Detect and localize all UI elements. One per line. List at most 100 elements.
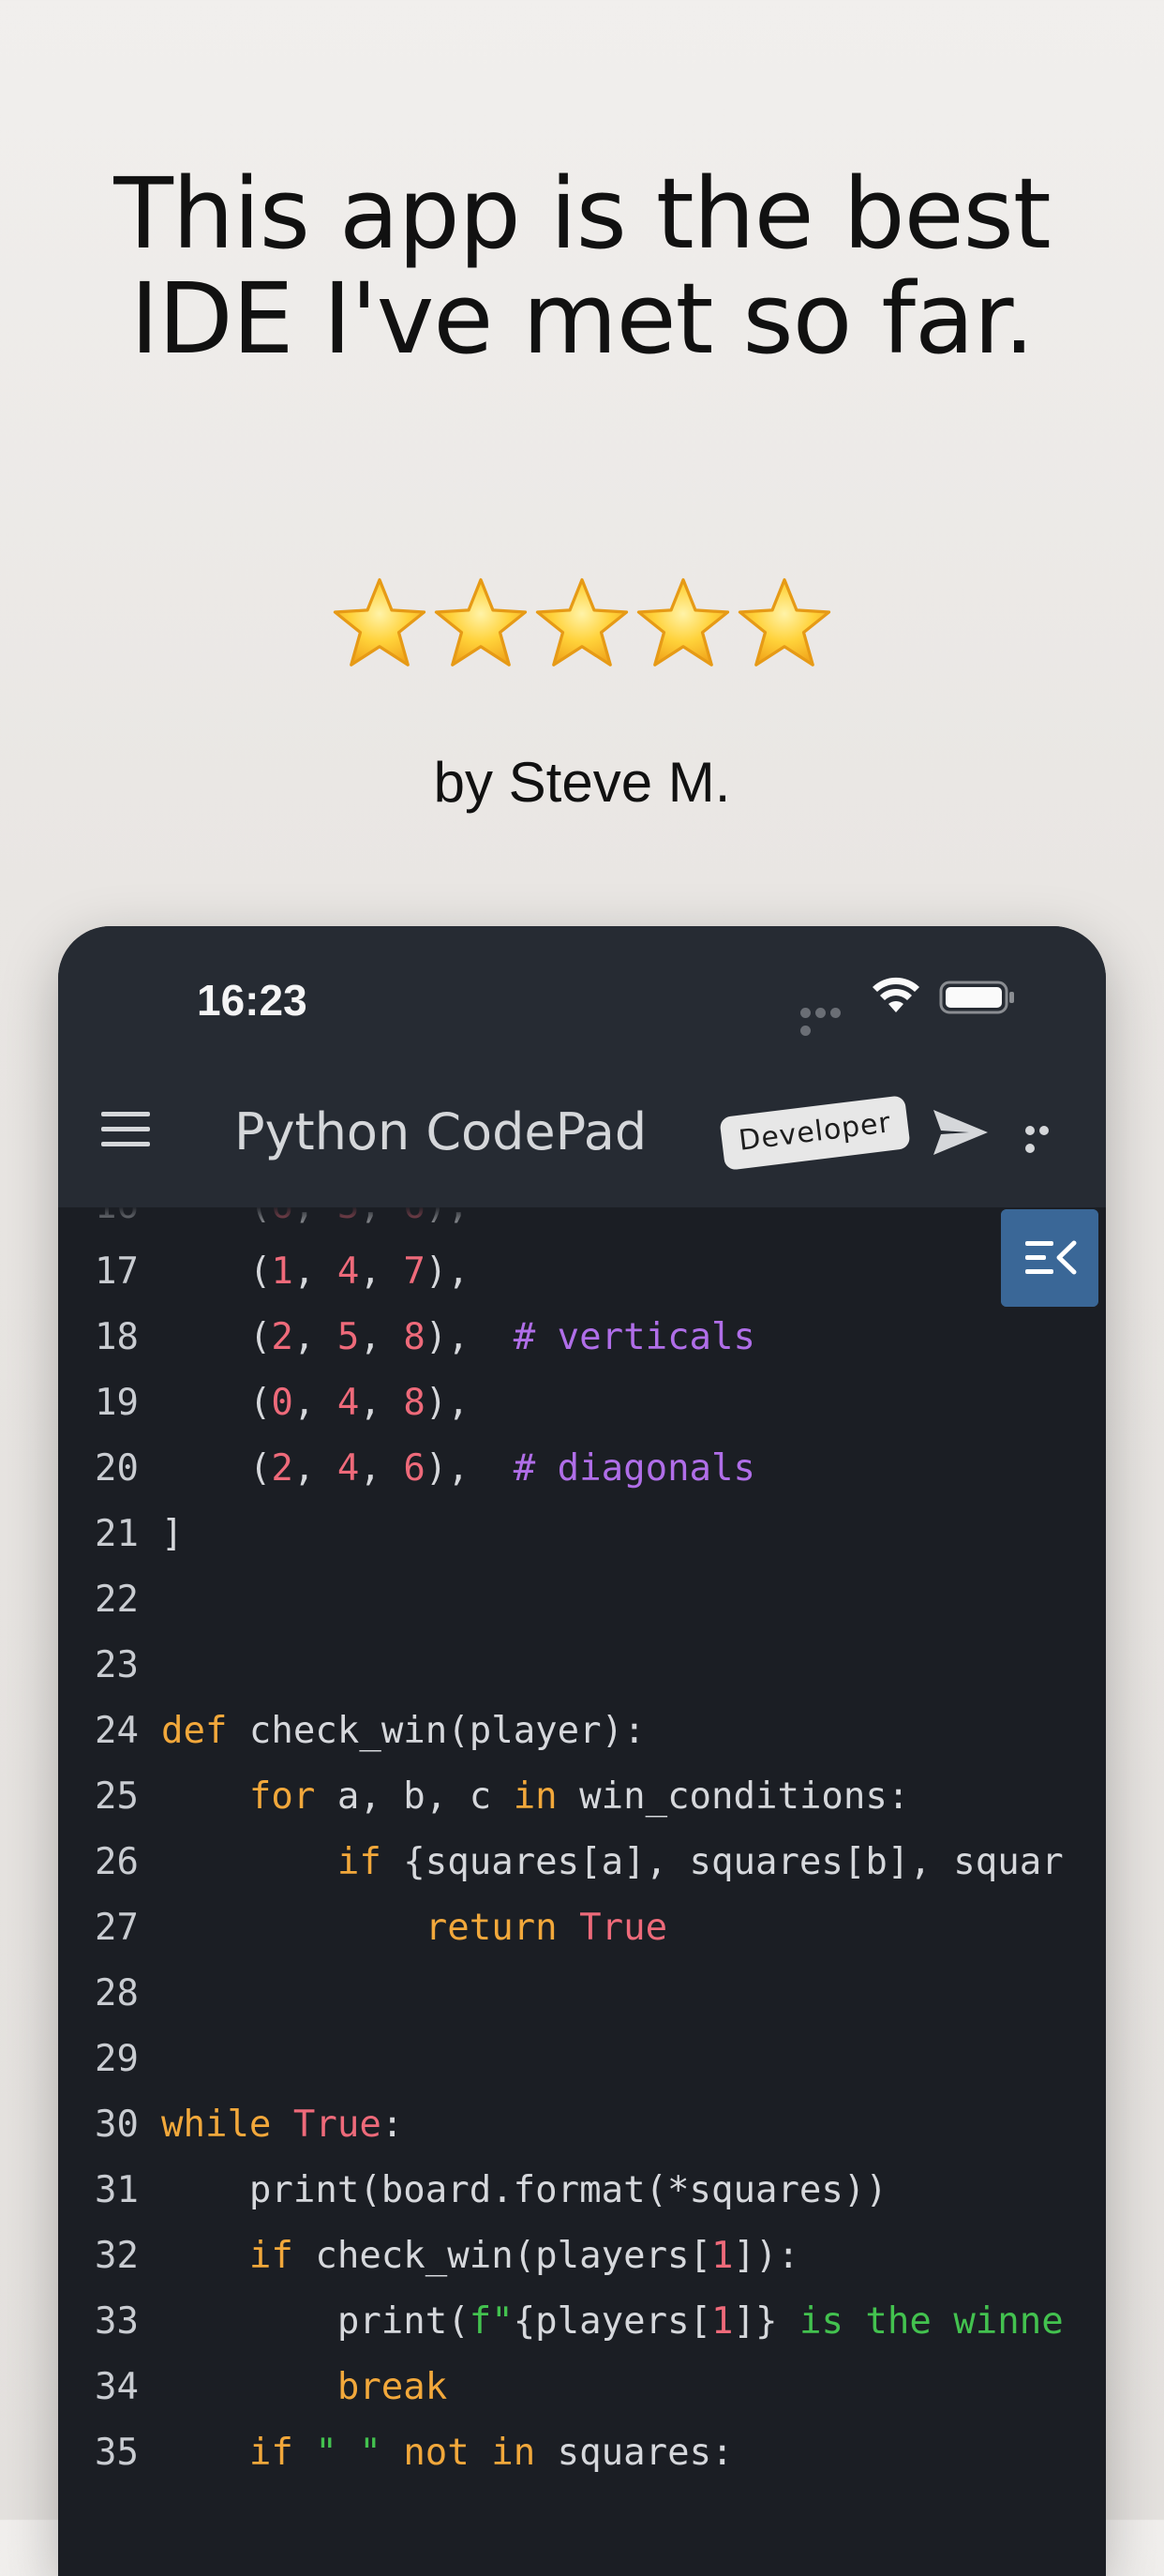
cellular-signal-icon	[800, 1004, 858, 1036]
code-token: if	[248, 2432, 293, 2474]
line-number: 22	[95, 1579, 139, 1621]
review-section: This app is the best IDE I've met so far…	[0, 0, 1164, 900]
code-line[interactable]: 25 for a, b, c in win_conditions:	[58, 1764, 1106, 1830]
code-token: print(	[161, 2300, 470, 2343]
code-line[interactable]: 35 if " " not in squares:	[58, 2420, 1106, 2486]
line-number: 32	[95, 2235, 139, 2277]
line-code: return True	[161, 1895, 667, 1961]
code-token: not in	[403, 2432, 536, 2474]
line-code: (6, 3, 6),	[161, 1207, 470, 1239]
star-icon	[434, 577, 528, 666]
code-line[interactable]: 21]	[58, 1502, 1106, 1567]
code-line[interactable]: 33 print(f"{players[1]} is the winne	[58, 2289, 1106, 2355]
code-token: print(board.format(*squares))	[161, 2169, 888, 2211]
code-line[interactable]: 30 while True:	[58, 2092, 1106, 2158]
line-number: 25	[95, 1775, 139, 1818]
code-token: # verticals	[513, 1316, 755, 1358]
code-line[interactable]: 16 (6, 3, 6),	[58, 1207, 1106, 1239]
code-token: 4	[336, 1251, 360, 1293]
line-number: 28	[95, 1972, 139, 2014]
line-code: (1, 4, 7),	[161, 1239, 470, 1305]
app-title: Python CodePad	[234, 1102, 648, 1161]
star-icon	[333, 577, 426, 666]
line-number: 26	[95, 1841, 139, 1883]
code-token: ,	[292, 1382, 337, 1424]
line-number: 34	[95, 2366, 139, 2408]
code-line[interactable]: 29	[58, 2027, 1106, 2092]
code-token: 0	[271, 1382, 293, 1424]
more-options-icon[interactable]	[1025, 1121, 1067, 1153]
code-line[interactable]: 28	[58, 1961, 1106, 2027]
line-number: 33	[95, 2300, 139, 2343]
code-token: ),	[425, 1251, 470, 1293]
code-token: def	[161, 1710, 228, 1752]
code-token: ),	[425, 1447, 514, 1490]
star-rating	[0, 574, 1164, 675]
review-author: by Steve M.	[433, 751, 731, 814]
code-line[interactable]: 19 (0, 4, 8),	[58, 1370, 1106, 1436]
line-code: (2, 4, 6), # diagonals	[161, 1436, 755, 1502]
code-token: ),	[425, 1382, 470, 1424]
code-token: ,	[359, 1207, 403, 1227]
code-token: squares:	[535, 2432, 734, 2474]
code-token: (	[161, 1251, 272, 1293]
code-line[interactable]: 24 def check_win(player):	[58, 1699, 1106, 1764]
battery-icon	[939, 981, 1014, 1014]
line-code: while True:	[161, 2092, 403, 2158]
line-code: ]	[161, 1502, 183, 1567]
line-number: 27	[95, 1907, 139, 1949]
code-line[interactable]: 20 (2, 4, 6), # diagonals	[58, 1436, 1106, 1502]
device-screen: 16:23 Python CodePad Developer 16 (6, 3,	[58, 926, 1106, 2576]
code-line[interactable]: 32 if check_win(players[1]):	[58, 2224, 1106, 2289]
code-line[interactable]: 34 break	[58, 2355, 1106, 2420]
hamburger-menu-icon[interactable]	[101, 1112, 150, 1149]
line-code: for a, b, c in win_conditions:	[161, 1764, 909, 1830]
line-number: 19	[95, 1382, 139, 1424]
line-number: 31	[95, 2169, 139, 2211]
code-token: ]):	[733, 2235, 799, 2277]
send-icon[interactable]	[932, 1106, 990, 1159]
code-token: 3	[337, 1207, 359, 1227]
line-code: if {squares[a], squares[b], squar	[161, 1830, 1064, 1895]
line-number: 17	[95, 1251, 139, 1293]
code-token: {squares[a], squares[b], squar	[381, 1841, 1064, 1883]
code-token: 8	[403, 1316, 425, 1358]
line-number: 16	[58, 1207, 139, 1239]
code-token: " "	[315, 2432, 381, 2474]
code-token: while	[161, 2104, 272, 2146]
code-line[interactable]: 22	[58, 1567, 1106, 1633]
line-number: 24	[95, 1710, 139, 1752]
code-line[interactable]: 26 if {squares[a], squares[b], squar	[58, 1830, 1106, 1895]
code-line[interactable]: 31 print(board.format(*squares))	[58, 2158, 1106, 2224]
code-token: return	[425, 1907, 558, 1949]
code-line[interactable]: 18 (2, 5, 8), # verticals	[58, 1305, 1106, 1370]
code-token: if	[336, 1841, 381, 1883]
code-token: (	[161, 1207, 272, 1227]
line-number: 29	[95, 2038, 139, 2080]
line-code: print(board.format(*squares))	[161, 2158, 888, 2224]
code-line[interactable]: 27 return True	[58, 1895, 1106, 1961]
code-token: ,	[359, 1447, 404, 1490]
code-token: ,	[359, 1382, 404, 1424]
star-icon	[738, 577, 831, 666]
code-token: if	[248, 2235, 293, 2277]
code-token: ,	[292, 1251, 337, 1293]
code-token: f"	[469, 2300, 514, 2343]
code-line[interactable]: 17 (1, 4, 7),	[58, 1239, 1106, 1305]
code-token: ]}	[733, 2300, 778, 2343]
code-token: check_win(players[	[292, 2235, 712, 2277]
code-line[interactable]: 23	[58, 1633, 1106, 1699]
line-code: if " " not in squares:	[161, 2420, 734, 2486]
code-editor[interactable]: 16 (6, 3, 6),17 (1, 4, 7),18 (2, 5, 8), …	[58, 1207, 1106, 2576]
line-number: 18	[95, 1316, 139, 1358]
code-token: 1	[711, 2300, 734, 2343]
outline-toggle-button[interactable]	[1001, 1209, 1098, 1307]
code-token: is the winne	[777, 2300, 1064, 2343]
